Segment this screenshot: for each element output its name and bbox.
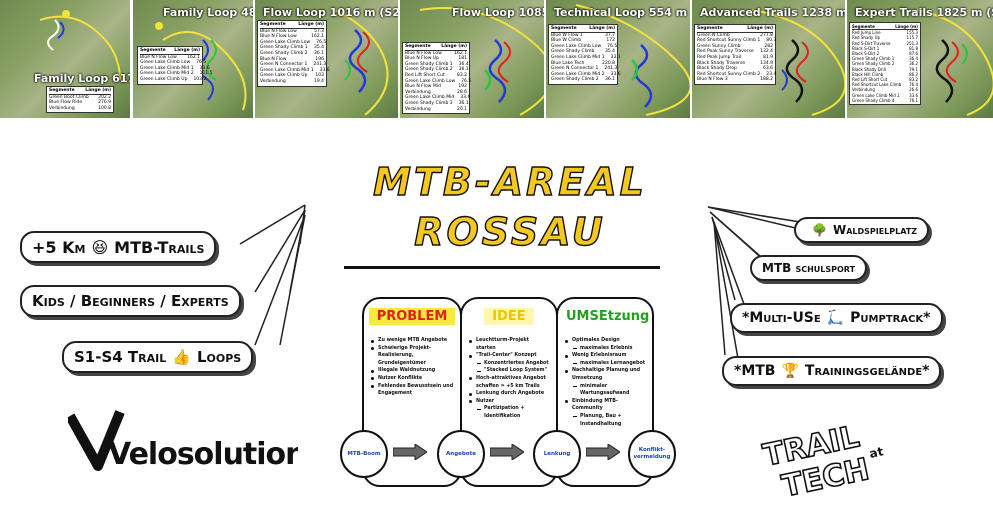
pill-pumptrack: *Multi-USe 🛴 Pumptrack* (730, 303, 943, 333)
column-list: Zu wenige MTB Angebote Schwierige Projek… (370, 337, 454, 398)
list-item: Lenkung durch Angebote (469, 390, 550, 398)
trophy-icon: 🏆 (781, 363, 799, 379)
pill-kids-beginners-experts: Kids / Beginners / Experts (20, 285, 241, 317)
pill-text: Trainingsgelände* (804, 363, 930, 379)
svg-text:at: at (868, 444, 885, 461)
node-konfliktvermeidung: Konflikt-vermeidung (628, 430, 676, 478)
list-item: "Trail-Center" Konzept (469, 352, 550, 360)
pill-text: MTB schulsport (762, 261, 856, 275)
pill-mtb-schulsport: MTB schulsport (750, 255, 868, 281)
list-item: maximales Lernangebot (572, 360, 646, 368)
list-item: Optimales Design (565, 337, 646, 345)
list-item: Hoch-attraktives Angebot schaffen = +5 k… (469, 375, 550, 390)
pill-text: *MTB (734, 363, 776, 379)
pill-text: +5 Km (32, 237, 86, 257)
list-item: Leuchtturm-Projekt starten (469, 337, 550, 352)
pill-text: Loops (196, 348, 242, 366)
pill-trainingsgelaende: *MTB 🏆 Trainingsgelände* (722, 356, 942, 386)
main-title-line2: ROSSAU (414, 209, 606, 254)
node-lenkung: Lenkung (533, 430, 581, 478)
column-heading: UMSEtzung (566, 309, 650, 324)
pill-trail-loops: S1-S4 Trail 👍 Loops (62, 341, 254, 373)
list-item: Schwierige Projekt-Realisierung, Grundei… (371, 345, 454, 368)
trailtech-logo: TRAIL TECH at (759, 419, 885, 502)
list-item: Konzentriertes Angebot (476, 360, 550, 368)
pill-text: Waldspielplatz (832, 223, 918, 237)
arrow-right-icon (490, 444, 524, 460)
arrow-right-icon (586, 444, 620, 460)
pill-text: Kids / Beginners / Experts (32, 292, 229, 310)
node-angebote: Angebote (437, 430, 485, 478)
grinning-face-icon: 😆 (91, 237, 109, 257)
list-item: Illegale Waldnutzung (371, 367, 454, 375)
node-mtb-boom: MTB-Boom (340, 430, 388, 478)
list-item: Nachhaltige Planung und Umsetzung (565, 367, 646, 382)
arrow-right-icon (393, 444, 427, 460)
scooter-icon: 🛴 (826, 310, 845, 326)
list-item: maximales Erlebnis (572, 345, 646, 353)
list-item: Nutzer Konflikte (371, 375, 454, 383)
velosolutions-logo: Velosolutions (68, 410, 298, 472)
pill-text: MTB-Trails (114, 237, 205, 257)
main-title-line1: MTB-AREAL (372, 159, 647, 204)
tree-icon: 🌳 (812, 223, 827, 237)
list-item: Fehlendes Bewusstsein und Engagement (371, 383, 454, 397)
list-item: Einbindung MTB-Community (565, 398, 646, 413)
column-heading: PROBLEM (364, 308, 460, 325)
thumbs-up-icon: 👍 (172, 348, 191, 366)
title-underline (344, 266, 660, 269)
pill-mtb-trails: +5 Km 😆 MTB-Trails (20, 231, 217, 263)
list-item: Partizipation + Identifikation (476, 405, 550, 420)
list-item: Zu wenige MTB Angebote (371, 337, 454, 345)
column-list: Leuchtturm-Projekt starten "Trail-Center… (468, 337, 550, 421)
pill-text: Pumptrack* (850, 310, 931, 326)
pill-text: S1-S4 Trail (74, 348, 167, 366)
list-item: minimaler Wartungsaufwand (572, 383, 646, 398)
list-item: "Stacked Loop System" (476, 367, 550, 375)
list-item: Planung, Bau + Instandhaltung (572, 413, 646, 428)
pill-waldspielplatz: 🌳 Waldspielplatz (794, 217, 930, 243)
column-heading: IDEE (462, 308, 556, 325)
list-item: Wenig Erlebnisraum (565, 352, 646, 360)
column-list: Optimales Design maximales Erlebnis Weni… (564, 337, 646, 428)
pill-text: *Multi-USe (742, 310, 821, 326)
svg-text:Velosolutions: Velosolutions (108, 437, 298, 472)
list-item: Nutzer (469, 398, 550, 406)
